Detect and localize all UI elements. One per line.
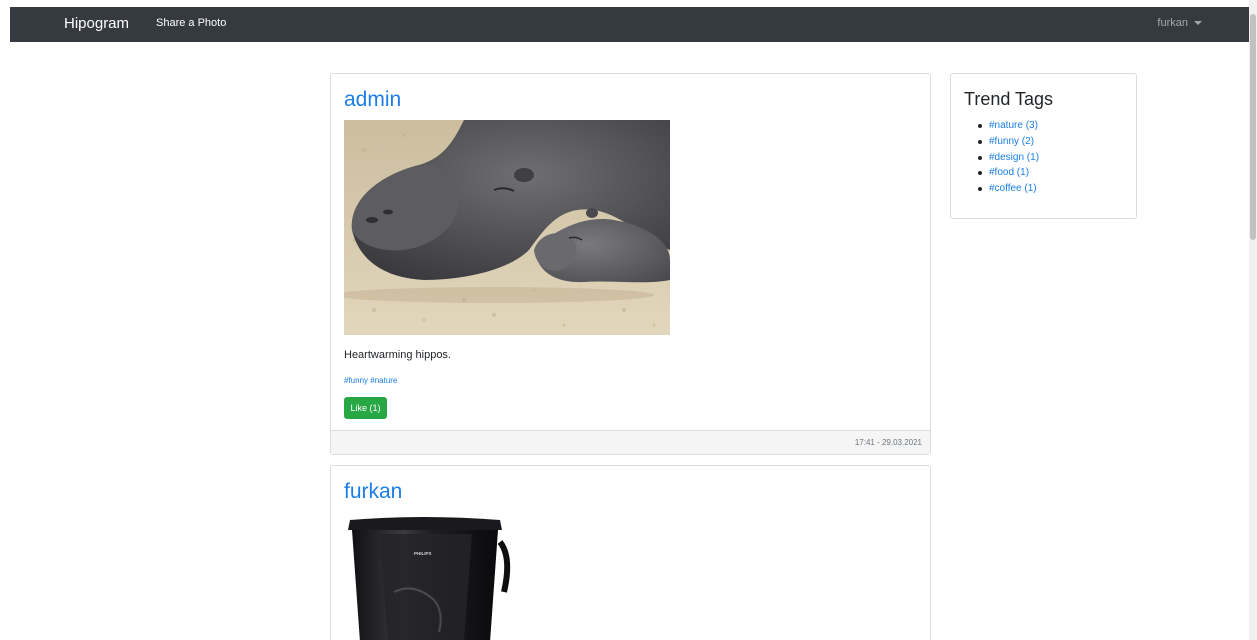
trend-tags-title: Trend Tags xyxy=(964,89,1054,109)
trend-tag-link[interactable]: #coffee (1) xyxy=(989,183,1037,194)
share-photo-link[interactable]: Share a Photo xyxy=(156,17,226,29)
post-tags[interactable]: #funny #nature xyxy=(344,376,397,385)
brand-link[interactable]: Hipogram xyxy=(64,15,129,32)
trend-tag-link[interactable]: #funny (2) xyxy=(989,136,1034,147)
trend-tag-link[interactable]: #nature (3) xyxy=(989,120,1038,131)
post-author-link[interactable]: admin xyxy=(344,88,401,112)
post-footer: 17:41 - 29.03.2021 xyxy=(331,430,930,454)
trend-tags-list: #nature (3) #funny (2) #design (1) #food… xyxy=(977,118,1039,197)
trend-tags-card: Trend Tags #nature (3) #funny (2) #desig… xyxy=(950,73,1137,219)
trend-tag-item: #food (1) xyxy=(977,165,1039,181)
post-card: furkan PHILIPS xyxy=(330,465,931,640)
caret-down-icon xyxy=(1194,21,1202,25)
like-button[interactable]: Like (1) xyxy=(344,397,387,419)
post-caption: Heartwarming hippos. xyxy=(344,349,451,361)
post-timestamp: 17:41 - 29.03.2021 xyxy=(854,438,922,447)
trend-tag-item: #coffee (1) xyxy=(977,181,1039,197)
trend-tag-link[interactable]: #design (1) xyxy=(989,152,1039,163)
trend-tag-item: #nature (3) xyxy=(977,118,1039,134)
top-navbar: Hipogram Share a Photo furkan xyxy=(10,7,1250,42)
page-scrollbar[interactable] xyxy=(1249,0,1257,640)
user-name: furkan xyxy=(1157,17,1188,29)
trend-tag-link[interactable]: #food (1) xyxy=(989,167,1029,178)
user-dropdown[interactable]: furkan xyxy=(1157,17,1202,29)
hippos-photo xyxy=(344,120,670,335)
scrollbar-thumb[interactable] xyxy=(1250,14,1256,240)
coffee-maker-photo: PHILIPS xyxy=(344,512,519,640)
post-author-link[interactable]: furkan xyxy=(344,480,402,504)
trend-tag-item: #design (1) xyxy=(977,150,1039,166)
philips-logo: PHILIPS xyxy=(414,551,432,556)
post-card: admin Heartwarming hippos. #funny #natur… xyxy=(330,73,931,455)
trend-tag-item: #funny (2) xyxy=(977,134,1039,150)
